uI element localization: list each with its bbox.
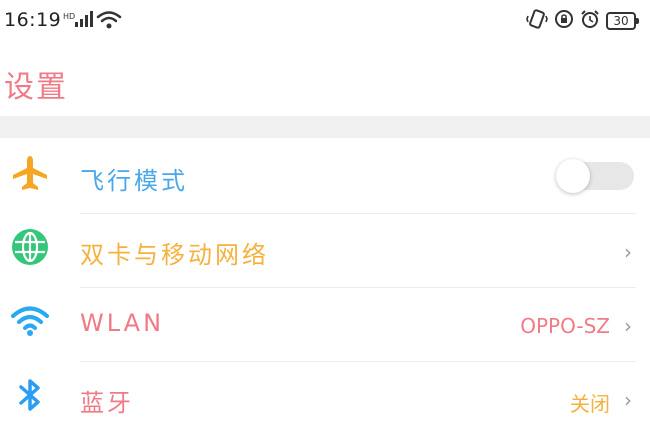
airplane-mode-label: 飞行模式	[80, 167, 188, 195]
status-time: 16:19	[4, 9, 62, 31]
bluetooth-icon	[10, 375, 50, 415]
wlan-label: WLAN	[80, 309, 165, 337]
wifi-icon	[10, 301, 50, 341]
globe-icon	[10, 227, 50, 267]
chevron-right-icon: ›	[624, 314, 632, 338]
svg-text:HD: HD	[63, 12, 75, 21]
toggle-knob	[556, 159, 590, 193]
bluetooth-label: 蓝牙	[80, 389, 134, 417]
vibrate-icon	[526, 9, 548, 33]
status-right-icons: 30	[526, 9, 639, 33]
setting-row-wlan[interactable]: WLAN OPPO-SZ ›	[0, 288, 650, 362]
battery-icon: 30	[606, 12, 639, 30]
bluetooth-status-value: 关闭	[570, 392, 610, 416]
wlan-network-value: OPPO-SZ	[520, 314, 610, 338]
setting-row-bluetooth[interactable]: 蓝牙 关闭 ›	[0, 362, 650, 436]
section-separator	[0, 116, 650, 138]
setting-row-dual-sim[interactable]: 双卡与移动网络 ›	[0, 214, 650, 288]
chevron-right-icon: ›	[624, 240, 632, 264]
airplane-mode-toggle[interactable]	[556, 159, 634, 193]
dual-sim-label: 双卡与移动网络	[80, 241, 269, 269]
page-title: 设置	[4, 70, 68, 105]
alarm-icon	[580, 9, 600, 33]
signal-icon: HD	[63, 10, 93, 32]
chevron-right-icon: ›	[624, 388, 632, 412]
airplane-icon	[10, 153, 50, 193]
wifi-status-icon	[96, 11, 122, 33]
setting-row-airplane-mode[interactable]: 飞行模式	[0, 140, 650, 214]
rotation-lock-icon	[554, 9, 574, 33]
status-bar: 16:19 HD 30	[0, 0, 650, 40]
